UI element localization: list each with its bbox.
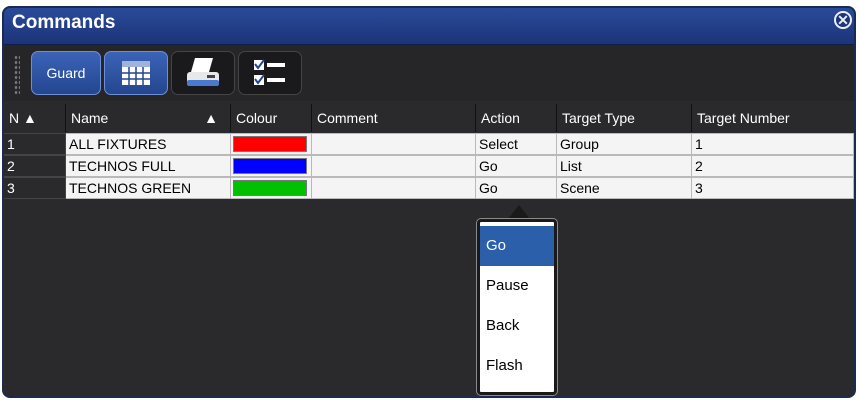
title-bar[interactable]: Commands ✕ (4, 8, 854, 45)
dropdown-option-back[interactable]: Back (480, 306, 554, 346)
cell-target-number[interactable]: 1 (692, 133, 854, 155)
cell-action[interactable]: Select (476, 133, 557, 155)
action-dropdown: Go Pause Back Flash (477, 219, 557, 395)
column-header-comment[interactable]: Comment (312, 104, 476, 132)
grid-view-icon (122, 61, 150, 85)
print-icon (187, 58, 219, 86)
cell-name[interactable]: TECHNOS GREEN (66, 177, 231, 199)
cell-n: 2 (4, 155, 66, 177)
column-header-colour[interactable]: Colour (231, 104, 312, 132)
table-row[interactable]: 2 TECHNOS FULL Go List 2 (4, 155, 854, 177)
commands-window: Commands ✕ Guard N ▲ Name ▲ Colour Comme… (2, 6, 856, 398)
dropdown-option-pause[interactable]: Pause (480, 266, 554, 306)
cell-n: 1 (4, 133, 66, 155)
colour-swatch (233, 180, 307, 196)
toolbar: Guard (4, 45, 854, 101)
cell-comment[interactable] (312, 133, 476, 155)
column-header-target-number[interactable]: Target Number (692, 104, 854, 132)
drag-handle[interactable] (14, 55, 20, 95)
column-header-n[interactable]: N ▲ (4, 104, 66, 132)
print-button[interactable] (171, 51, 235, 95)
close-icon[interactable]: ✕ (834, 11, 852, 29)
dropdown-pointer (508, 205, 530, 219)
checklist-button[interactable] (238, 51, 302, 95)
cell-target-number[interactable]: 2 (692, 155, 854, 177)
table-row[interactable]: 1 ALL FIXTURES Select Group 1 (4, 133, 854, 155)
cell-target-type[interactable]: Scene (557, 177, 692, 199)
column-header-target-type[interactable]: Target Type (557, 104, 692, 132)
sort-asc-icon: ▲ (204, 110, 218, 126)
column-header-action[interactable]: Action (476, 104, 557, 132)
colour-swatch (233, 136, 307, 152)
cell-target-number[interactable]: 3 (692, 177, 854, 199)
cell-n: 3 (4, 177, 66, 199)
name-header-label: Name (71, 110, 109, 126)
grid-view-button[interactable] (104, 51, 168, 95)
dropdown-option-flash[interactable]: Flash (480, 346, 554, 386)
cell-name[interactable]: TECHNOS FULL (66, 155, 231, 177)
guard-button[interactable]: Guard (31, 51, 101, 95)
dropdown-option-go[interactable]: Go (480, 226, 554, 266)
cell-target-type[interactable]: List (557, 155, 692, 177)
colour-swatch (233, 158, 307, 174)
cell-target-type[interactable]: Group (557, 133, 692, 155)
cell-name[interactable]: ALL FIXTURES (66, 133, 231, 155)
window-title: Commands (12, 12, 116, 33)
cell-colour[interactable] (231, 133, 312, 155)
column-header-name[interactable]: Name ▲ (66, 104, 231, 132)
cell-action[interactable]: Go (476, 177, 557, 199)
cell-colour[interactable] (231, 177, 312, 199)
checklist-icon (254, 59, 285, 85)
cell-comment[interactable] (312, 155, 476, 177)
guard-label: Guard (46, 65, 86, 81)
cell-action[interactable]: Go (476, 155, 557, 177)
cell-comment[interactable] (312, 177, 476, 199)
table-row[interactable]: 3 TECHNOS GREEN Go Scene 3 (4, 177, 854, 199)
cell-colour[interactable] (231, 155, 312, 177)
